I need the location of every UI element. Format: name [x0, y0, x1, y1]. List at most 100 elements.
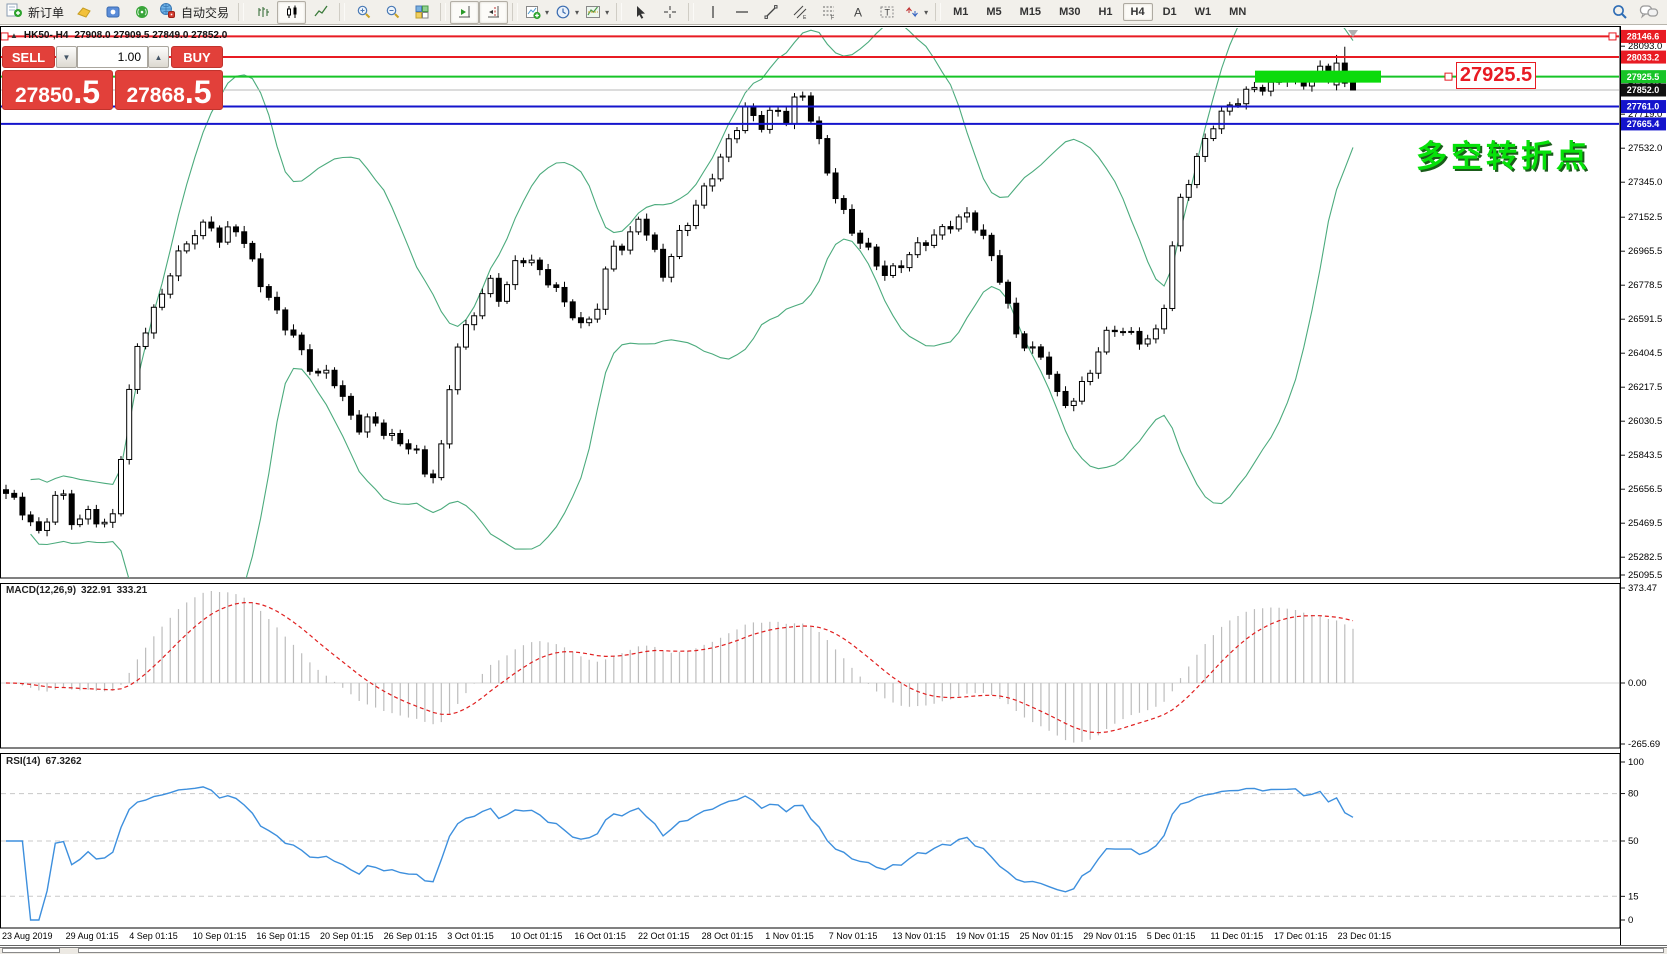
rsi-axis-tick: 50 — [1628, 836, 1639, 847]
channel-icon[interactable]: E — [785, 1, 814, 24]
price-callout-label[interactable]: 27925.5 — [1456, 62, 1536, 89]
timeframe-W1[interactable]: W1 — [1187, 3, 1220, 21]
vertical-line-icon[interactable] — [698, 1, 727, 24]
horizontal-line-icon[interactable] — [727, 1, 756, 24]
price-axis-tick: 25656.5 — [1628, 484, 1662, 495]
new-order-label: 新订单 — [28, 5, 65, 20]
price-axis-tick: 25469.5 — [1628, 518, 1662, 529]
price-axis-tick: 26778.5 — [1628, 280, 1662, 291]
price-axis-tag-text: 28033.2 — [1627, 52, 1660, 62]
x-axis-label: 16 Oct 01:15 — [574, 931, 626, 941]
x-axis-label: 13 Nov 01:15 — [892, 931, 946, 941]
x-axis-label: 22 Oct 01:15 — [638, 931, 690, 941]
indicators-menu-button[interactable]: ▾ — [522, 1, 552, 24]
candles-layer — [3, 46, 1356, 537]
search-icon[interactable] — [1605, 1, 1634, 24]
text-label-icon[interactable]: T — [872, 1, 901, 24]
line-drag-handle[interactable] — [1444, 72, 1453, 81]
price-axis-tag-text: 27925.5 — [1627, 72, 1660, 82]
zoom-in-icon[interactable] — [349, 1, 378, 24]
price-axis: 28093.027905.527719.027532.027345.027152… — [1620, 29, 1666, 926]
lower-band-line — [30, 147, 1354, 578]
buy-button[interactable]: BUY — [171, 46, 223, 68]
macd-label: MACD(12,26,9) — [6, 585, 77, 596]
macd-layer — [1, 591, 1619, 743]
x-axis-label: 25 Nov 01:15 — [1019, 931, 1074, 941]
buy-price-button[interactable]: 27868.5 — [115, 70, 223, 110]
toolbar-right-group — [1605, 1, 1663, 24]
x-axis-label: 23 Aug 2019 — [2, 931, 53, 941]
sell-price-button[interactable]: 27850.5 — [2, 70, 113, 110]
timeframe-D1[interactable]: D1 — [1155, 3, 1185, 21]
upper-band-line — [30, 28, 1354, 485]
symbol-period-label: HK50-,H4 — [23, 30, 69, 41]
x-axis-label: 28 Oct 01:15 — [701, 931, 754, 941]
timeframe-M30[interactable]: M30 — [1051, 3, 1088, 21]
bottom-tab[interactable] — [78, 948, 1664, 953]
auto-trading-icon — [159, 2, 176, 23]
x-axis-label: 23 Dec 01:15 — [1337, 931, 1392, 941]
navigator-icon[interactable] — [98, 1, 127, 24]
auto-trading-button[interactable]: 自动交易 — [156, 1, 234, 24]
rsi-axis-tick: 100 — [1628, 757, 1644, 768]
timeframe-MN[interactable]: MN — [1221, 3, 1254, 21]
cursor-icon[interactable] — [626, 1, 655, 24]
rsi-pane-label: RSI(14) 67.3262 — [6, 756, 87, 767]
sell-price-frac: .5 — [73, 74, 101, 111]
zoom-out-icon[interactable] — [378, 1, 407, 24]
toolbar-separator — [512, 3, 519, 21]
macd-value-2: 333.21 — [116, 585, 148, 596]
signals-icon[interactable] — [127, 1, 156, 24]
text-icon[interactable]: A — [843, 1, 872, 24]
auto-scroll-icon[interactable] — [450, 0, 480, 24]
fibonacci-icon[interactable]: F — [814, 1, 843, 24]
volume-input[interactable] — [77, 46, 148, 68]
tile-windows-icon[interactable] — [407, 1, 436, 24]
svg-text:E: E — [803, 15, 807, 20]
line-drag-handle[interactable] — [1608, 32, 1617, 41]
timeframe-M5[interactable]: M5 — [978, 3, 1009, 21]
timeframe-H4[interactable]: H4 — [1122, 3, 1153, 21]
toolbar-separator — [238, 3, 245, 21]
chart-shift-icon[interactable] — [479, 0, 509, 24]
x-axis-label: 1 Nov 01:15 — [765, 931, 814, 941]
price-axis-tick: 26404.5 — [1628, 348, 1662, 359]
rsi-axis-tick: 80 — [1628, 789, 1639, 800]
price-axis-tag-text: 27761.0 — [1627, 102, 1660, 112]
price-axis-tick: 27152.5 — [1628, 212, 1662, 223]
bottom-tab[interactable] — [2, 948, 60, 953]
line-chart-icon[interactable] — [306, 1, 335, 24]
rsi-line — [6, 786, 1354, 921]
highlight-bar[interactable] — [1255, 70, 1381, 83]
turning-point-annotation[interactable]: 多空转折点 — [1416, 131, 1591, 176]
crosshair-icon[interactable] — [655, 1, 684, 24]
timeframe-H1[interactable]: H1 — [1090, 3, 1120, 21]
bar-chart-icon[interactable] — [248, 1, 277, 24]
rsi-layer — [1, 786, 1619, 921]
periods-menu-button[interactable]: ▾ — [552, 1, 582, 24]
volume-decrease-button[interactable]: ▼ — [56, 46, 77, 68]
chat-icon[interactable] — [1634, 1, 1663, 24]
market-watch-icon[interactable] — [69, 1, 98, 24]
toolbar-separator — [616, 3, 623, 21]
toolbar-separator — [440, 3, 447, 21]
sell-button[interactable]: SELL — [2, 46, 55, 68]
macd-pane-label: MACD(12,26,9) 322.91 333.21 — [6, 585, 152, 596]
templates-menu-button[interactable]: ▾ — [582, 1, 612, 24]
macd-axis-tick: 0.00 — [1628, 678, 1647, 689]
new-order-button[interactable]: 新订单 — [3, 1, 69, 24]
volume-increase-button[interactable]: ▲ — [148, 46, 169, 68]
line-drag-handle[interactable] — [1, 32, 9, 41]
price-axis-tick: 25843.5 — [1628, 450, 1662, 461]
rsi-axis-tick: 15 — [1628, 891, 1639, 902]
macd-value-1: 322.91 — [81, 585, 112, 596]
candlestick-chart-icon[interactable] — [277, 0, 307, 24]
trendline-icon[interactable] — [756, 1, 785, 24]
x-axis-label: 29 Nov 01:15 — [1083, 931, 1137, 941]
timeframe-M15[interactable]: M15 — [1012, 3, 1049, 21]
price-axis-tick: 27345.0 — [1628, 177, 1662, 188]
sell-price-main: 27850 — [14, 84, 74, 107]
arrows-menu-button[interactable]: ▾ — [901, 1, 931, 24]
toolbar-separator — [339, 3, 346, 21]
timeframe-M1[interactable]: M1 — [945, 3, 976, 21]
